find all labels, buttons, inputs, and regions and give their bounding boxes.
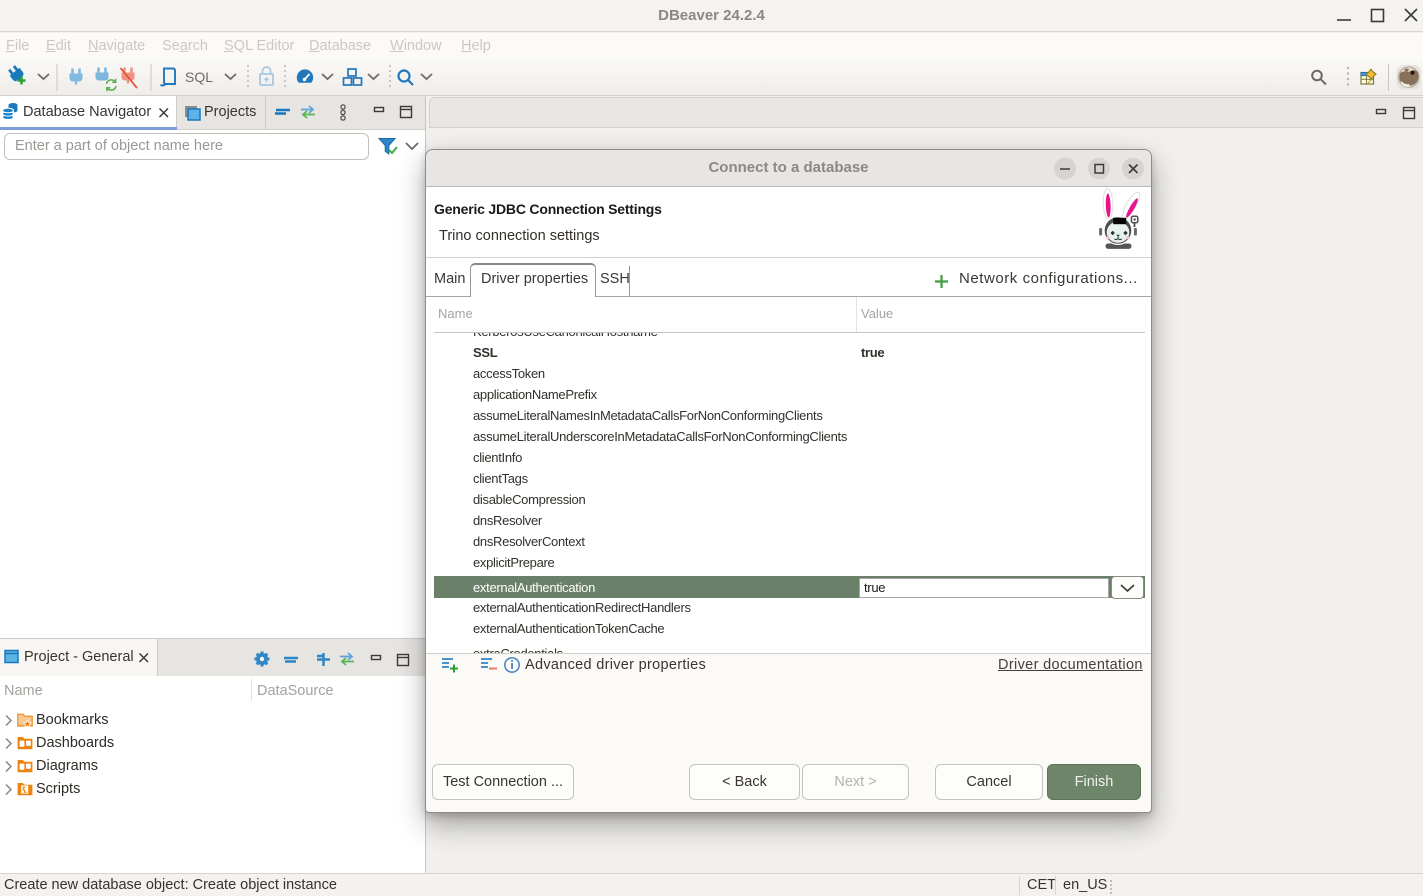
svg-text:SQL: SQL <box>185 69 213 85</box>
